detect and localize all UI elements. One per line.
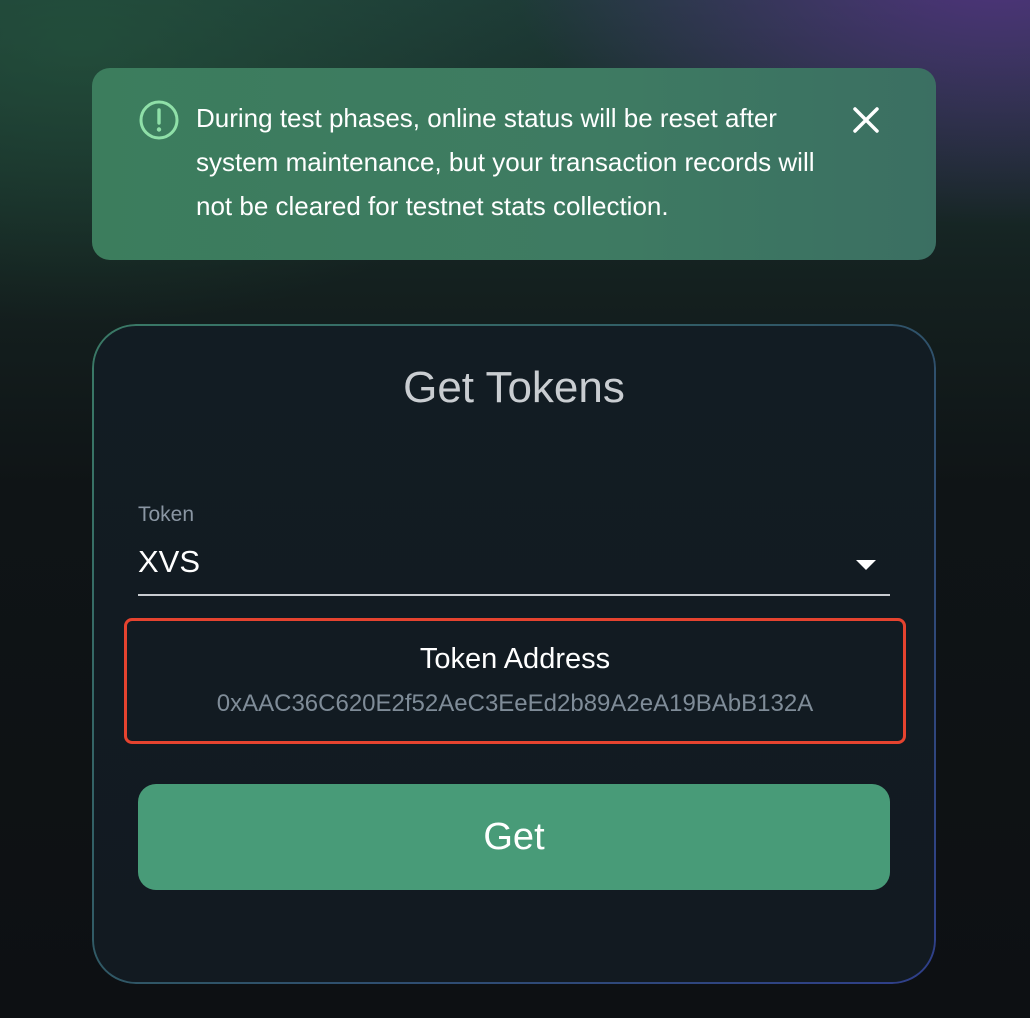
banner-message: During test phases, online status will b… xyxy=(196,103,815,221)
token-address-value: 0xAAC36C620E2f52AeC3EeEd2b89A2eA19BAbB13… xyxy=(216,690,814,717)
token-select-value: XVS xyxy=(138,544,201,579)
token-address-highlight xyxy=(124,618,906,744)
card-title: Get Tokens xyxy=(403,363,625,412)
token-address-title: Token Address xyxy=(419,643,611,675)
token-field-label: Token xyxy=(138,503,195,526)
get-button[interactable]: Get xyxy=(138,784,890,890)
exclamation-circle-icon xyxy=(139,100,179,140)
caret-down-icon xyxy=(856,560,876,570)
token-select[interactable]: XVS xyxy=(138,536,890,596)
close-icon[interactable] xyxy=(846,100,886,140)
